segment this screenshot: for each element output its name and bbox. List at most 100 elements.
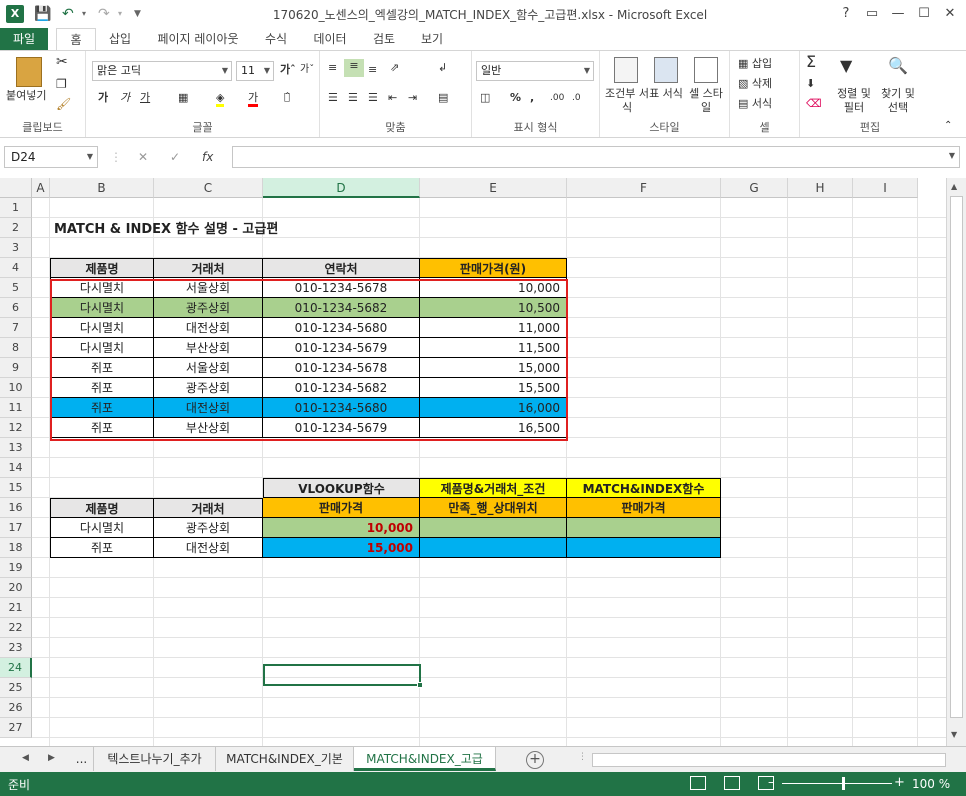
table1-cell[interactable]: 010-1234-5678: [263, 358, 420, 378]
row-header-14[interactable]: 14: [0, 458, 32, 478]
name-box[interactable]: D24 ▼: [4, 146, 98, 168]
orientation-icon[interactable]: ⇗: [390, 61, 399, 75]
redo-dropdown-icon[interactable]: ▾: [118, 5, 122, 23]
table1-cell[interactable]: 16,500: [420, 418, 567, 438]
save-icon[interactable]: 💾: [34, 5, 51, 23]
merge-center-icon[interactable]: ▤: [438, 91, 448, 105]
zoom-out-icon[interactable]: –: [768, 775, 775, 790]
row-header-10[interactable]: 10: [0, 378, 32, 398]
add-sheet-icon[interactable]: +: [526, 751, 544, 769]
align-bottom-icon[interactable]: ≡: [368, 63, 377, 77]
delete-cells-button[interactable]: ▧ 삭제: [738, 77, 772, 91]
table1-cell[interactable]: 010-1234-5678: [263, 278, 420, 298]
table1-cell[interactable]: 16,000: [420, 398, 567, 418]
column-header-a[interactable]: A: [32, 178, 50, 198]
row-header-7[interactable]: 7: [0, 318, 32, 338]
sheet-overflow[interactable]: ...: [70, 747, 94, 771]
format-as-table-button[interactable]: 표 서식: [648, 87, 684, 101]
scroll-up-icon[interactable]: ▲: [951, 182, 957, 191]
tab-home[interactable]: 홈: [56, 28, 96, 50]
copy-icon[interactable]: ❐: [56, 77, 67, 91]
column-header-g[interactable]: G: [721, 178, 788, 198]
autosum-icon[interactable]: Σ: [806, 54, 816, 70]
row-header-26[interactable]: 26: [0, 698, 32, 718]
row-header-12[interactable]: 12: [0, 418, 32, 438]
row-header-15[interactable]: 15: [0, 478, 32, 498]
tab-data[interactable]: 데이터: [306, 28, 354, 50]
underline-button[interactable]: 가: [140, 91, 150, 105]
column-header-c[interactable]: C: [154, 178, 263, 198]
column-header-e[interactable]: E: [420, 178, 567, 198]
undo-icon[interactable]: ↶: [62, 5, 74, 23]
insert-cells-button[interactable]: ▦ 삽입: [738, 57, 772, 71]
fill-color-icon[interactable]: ◈: [216, 91, 225, 107]
table2-cell[interactable]: [420, 538, 567, 558]
table1-header[interactable]: 판매가격(원): [420, 258, 567, 278]
cut-icon[interactable]: ✂: [56, 55, 68, 69]
cell-styles-button[interactable]: 셀 스타일: [686, 87, 726, 115]
table1-cell[interactable]: 11,500: [420, 338, 567, 358]
table1-cell[interactable]: 쥐포: [50, 398, 154, 418]
align-center-icon[interactable]: ☰: [348, 91, 358, 105]
row-header-8[interactable]: 8: [0, 338, 32, 358]
table2-cell[interactable]: 쥐포: [50, 538, 154, 558]
table1-cell[interactable]: 쥐포: [50, 418, 154, 438]
table1-cell[interactable]: 다시멸치: [50, 298, 154, 318]
table1-cell[interactable]: 다시멸치: [50, 278, 154, 298]
table2-cell[interactable]: 다시멸치: [50, 518, 154, 538]
row-header-24[interactable]: 24: [0, 658, 32, 678]
enter-icon[interactable]: ✓: [170, 150, 180, 164]
paste-button[interactable]: 붙여넣기: [6, 89, 46, 103]
table1-cell[interactable]: 대전상회: [154, 398, 263, 418]
table1-cell[interactable]: 대전상회: [154, 318, 263, 338]
table1-header[interactable]: 제품명: [50, 258, 154, 278]
fill-icon[interactable]: ⬇: [806, 77, 815, 91]
close-button[interactable]: ✕: [938, 4, 962, 24]
row-header-19[interactable]: 19: [0, 558, 32, 578]
table1-cell[interactable]: 15,500: [420, 378, 567, 398]
tab-formulas[interactable]: 수식: [256, 28, 296, 50]
row-header-25[interactable]: 25: [0, 678, 32, 698]
table1-cell[interactable]: 010-1234-5682: [263, 298, 420, 318]
help-button[interactable]: ?: [834, 4, 858, 24]
comma-style-button[interactable]: ,: [530, 91, 534, 105]
percent-style-button[interactable]: %: [510, 91, 521, 105]
table1-cell[interactable]: 광주상회: [154, 378, 263, 398]
row-header-13[interactable]: 13: [0, 438, 32, 458]
table1-cell[interactable]: 10,000: [420, 278, 567, 298]
format-cells-button[interactable]: ▤ 서식: [738, 97, 772, 111]
insert-function-icon[interactable]: fx: [202, 150, 213, 164]
table1-cell[interactable]: 11,000: [420, 318, 567, 338]
column-header-h[interactable]: H: [788, 178, 853, 198]
table1-cell[interactable]: 광주상회: [154, 298, 263, 318]
zoom-slider-thumb[interactable]: [842, 777, 845, 790]
row-header-9[interactable]: 9: [0, 358, 32, 378]
worksheet-grid[interactable]: ABCDEFGHI 1 2 3 4 5 6 7 8 9 10 11 12 13 14 15 16 17 18 19 2…: [0, 178, 946, 746]
table2-cell[interactable]: 광주상회: [154, 518, 263, 538]
table2-header[interactable]: 판매가격: [263, 498, 420, 518]
table2-cell[interactable]: [567, 518, 721, 538]
sort-filter-icon[interactable]: ▼: [840, 58, 852, 74]
align-left-icon[interactable]: ☰: [328, 91, 338, 105]
grow-font-icon[interactable]: 가ˆ: [280, 63, 296, 77]
table2-group-header[interactable]: 제품명&거래처_조건: [420, 478, 567, 498]
row-header-1[interactable]: 1: [0, 198, 32, 218]
number-format-combo[interactable]: 일반 ▼: [476, 61, 594, 81]
vertical-scroll-thumb[interactable]: [950, 196, 963, 718]
minimize-button[interactable]: —: [886, 4, 910, 24]
shrink-font-icon[interactable]: 가ˇ: [300, 63, 314, 77]
cell-styles-icon[interactable]: [694, 57, 718, 83]
row-header-16[interactable]: 16: [0, 498, 32, 518]
table1-cell[interactable]: 다시멸치: [50, 318, 154, 338]
zoom-slider[interactable]: [782, 783, 892, 784]
conditional-formatting-button[interactable]: 조건부 서식: [604, 87, 650, 115]
table2-header[interactable]: 거래처: [154, 498, 263, 518]
formula-input[interactable]: ▼: [232, 146, 960, 168]
table1-cell[interactable]: 010-1234-5679: [263, 418, 420, 438]
column-header-f[interactable]: F: [567, 178, 721, 198]
tab-review[interactable]: 검토: [364, 28, 404, 50]
sheet-tab-match-index-advanced[interactable]: MATCH&INDEX_고급: [354, 747, 496, 771]
font-color-icon[interactable]: 가: [248, 91, 259, 107]
sort-filter-button[interactable]: 정렬 및 필터: [834, 87, 874, 115]
page-layout-view-icon[interactable]: [724, 776, 740, 790]
